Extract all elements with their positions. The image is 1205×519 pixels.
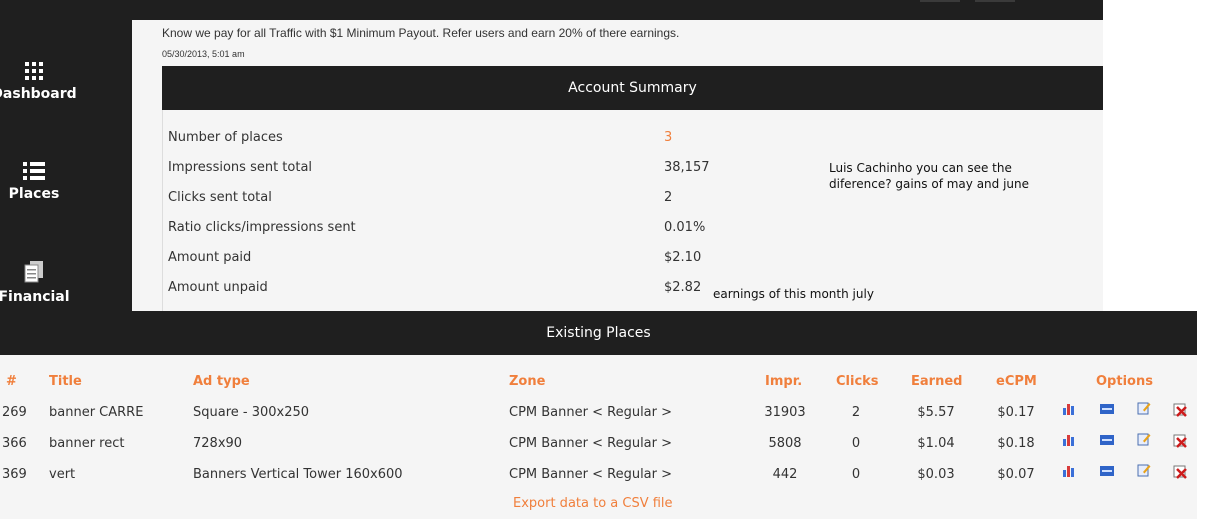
stats-icon[interactable] [1062,433,1076,447]
stats-icon[interactable] [1062,464,1076,478]
summary-row: Amount unpaid $2.82 [163,280,1103,310]
top-bar-marker [975,0,1015,2]
cell-id: 369 [2,467,27,482]
account-summary-header: Account Summary [162,66,1103,110]
sidebar-item-label: Dashboard [0,86,77,102]
summary-value: $2.82 [664,280,702,295]
cell-id: 366 [2,436,27,451]
edit-icon[interactable] [1137,432,1151,446]
notice-text: Know we pay for all Traffic with $1 Mini… [162,26,680,40]
summary-value: $2.10 [664,250,702,265]
cell-adtype: 728x90 [193,436,243,451]
top-bar-marker [920,0,960,2]
delete-icon[interactable] [1173,465,1187,479]
cell-earned: $0.03 [917,467,955,482]
annotation-line: Luis Cachinho you can see the [829,161,1012,175]
html-icon[interactable] [1100,402,1114,416]
cell-zone: CPM Banner < Regular > [509,405,673,420]
sidebar-item-dashboard[interactable]: Dashboard [0,62,132,102]
column-header-id: # [6,374,17,389]
html-icon[interactable] [1100,464,1114,478]
summary-label: Amount unpaid [168,280,268,295]
cell-impressions: 5808 [768,436,802,451]
column-header-clicks: Clicks [836,374,879,389]
cell-ecpm: $0.18 [997,436,1035,451]
edit-icon[interactable] [1137,401,1151,415]
column-header-title: Title [49,374,82,389]
cell-adtype: Square - 300x250 [193,405,310,420]
list-icon [23,162,45,180]
sidebar: Dashboard Places Financial [0,0,132,312]
cell-title: banner CARRE [49,405,144,420]
existing-places-table: # Title Ad type Zone Impr. Clicks Earned… [0,355,1197,519]
document-icon [24,261,43,283]
summary-row: Clicks sent total 2 [163,190,1103,220]
cell-impressions: 31903 [764,405,806,420]
annotation-line: diference? gains of may and june [829,177,1030,191]
export-csv-link[interactable]: Export data to a CSV file [513,496,673,511]
cell-earned: $1.04 [917,436,955,451]
summary-row: Number of places 3 [163,130,1103,160]
cell-ecpm: $0.17 [997,405,1035,420]
summary-label: Ratio clicks/impressions sent [168,220,356,235]
sidebar-item-places[interactable]: Places [0,162,132,202]
annotation-note: Luis Cachinho you can see the diference?… [829,160,1029,192]
existing-places-header: Existing Places [0,311,1197,355]
cell-title: vert [49,467,76,482]
cell-title: banner rect [49,436,125,451]
summary-row: Amount paid $2.10 [163,250,1103,280]
cell-zone: CPM Banner < Regular > [509,436,673,451]
grid-icon [25,62,43,80]
summary-value: 2 [664,190,673,205]
summary-value: 38,157 [664,160,710,175]
sidebar-item-label: Financial [0,289,70,305]
top-bar [0,0,1103,20]
cell-adtype: Banners Vertical Tower 160x600 [193,467,403,482]
cell-impressions: 442 [772,467,798,482]
summary-row: Ratio clicks/impressions sent 0.01% [163,220,1103,250]
edit-icon[interactable] [1137,463,1151,477]
account-summary-panel: Number of places 3 Impressions sent tota… [162,110,1103,312]
sidebar-item-label: Places [8,186,60,202]
summary-label: Clicks sent total [168,190,272,205]
cell-ecpm: $0.07 [997,467,1035,482]
summary-value: 0.01% [664,220,706,235]
column-header-ecpm: eCPM [996,374,1037,389]
delete-icon[interactable] [1173,434,1187,448]
cell-clicks: 0 [851,436,861,451]
summary-value[interactable]: 3 [664,130,672,145]
delete-icon[interactable] [1173,403,1187,417]
notice-date: 05/30/2013, 5:01 am [162,49,245,59]
summary-label: Impressions sent total [168,160,313,175]
sidebar-item-financial[interactable]: Financial [0,261,132,305]
column-header-earned: Earned [911,374,963,389]
cell-earned: $5.57 [917,405,955,420]
summary-label: Amount paid [168,250,252,265]
column-header-options: Options [1096,374,1153,389]
cell-zone: CPM Banner < Regular > [509,467,673,482]
cell-clicks: 0 [851,467,861,482]
column-header-zone: Zone [509,374,546,389]
column-header-impressions: Impr. [765,374,803,389]
cell-clicks: 2 [851,405,861,420]
summary-label: Number of places [168,130,283,145]
html-icon[interactable] [1100,433,1114,447]
annotation-note: earnings of this month july [713,287,874,301]
cell-id: 269 [2,405,27,420]
stats-icon[interactable] [1062,402,1076,416]
column-header-adtype: Ad type [193,374,250,389]
